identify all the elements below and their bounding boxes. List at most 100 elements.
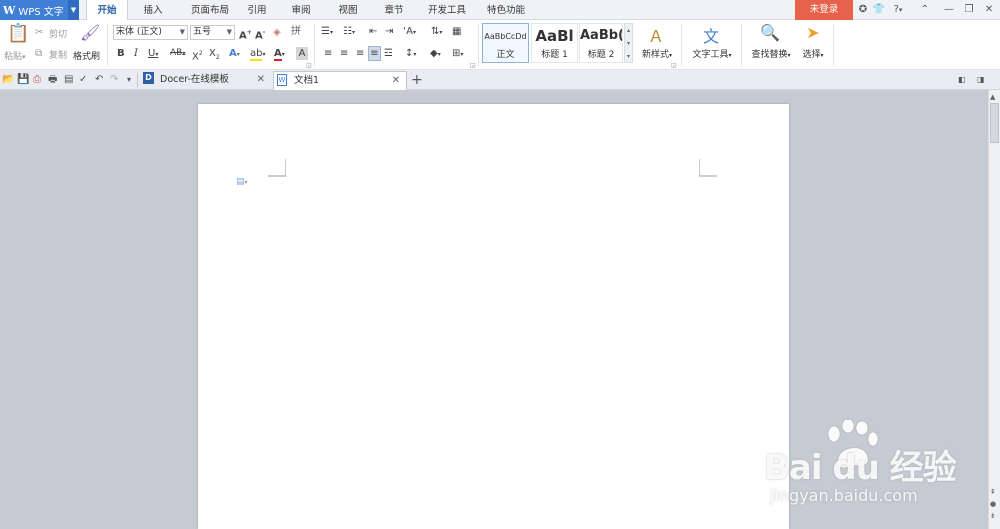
tab-chapter[interactable]: 章节 (379, 0, 409, 20)
shading-icon[interactable]: ◆▾ (430, 47, 441, 61)
doc-tab-docer[interactable]: D Docer-在线模板 ✕ (140, 71, 271, 90)
style-label: 正文 (496, 50, 515, 60)
close-tab-icon[interactable]: ✕ (257, 71, 265, 89)
tab-page-layout[interactable]: 页面布局 (184, 0, 236, 20)
font-name-select[interactable]: 宋体 (正文) ▼ (113, 25, 188, 40)
app-menu-dropdown-icon[interactable]: ▼ (68, 0, 79, 20)
align-left-icon[interactable]: ≡ (324, 47, 332, 60)
font-color-icon[interactable]: A▾ (274, 47, 285, 61)
tab-view[interactable]: 视图 (333, 0, 363, 20)
login-button[interactable]: 未登录 (795, 0, 853, 20)
tab-review[interactable]: 审阅 (286, 0, 316, 20)
style-heading-1[interactable]: AaBl 标题 1 (531, 23, 578, 63)
style-normal[interactable]: AaBbCcDd 正文 (482, 23, 529, 63)
copy-icon[interactable]: ⧉ (35, 47, 42, 60)
save-icon[interactable]: 💾 (17, 73, 29, 86)
wps-logo-icon: W (3, 3, 16, 17)
redo-icon[interactable]: ↷ (110, 73, 118, 86)
cut-icon[interactable]: ✂ (35, 26, 43, 39)
next-page-icon[interactable]: ⇟ (990, 512, 996, 520)
bullet-list-icon[interactable]: ☰▾ (321, 25, 333, 39)
open-icon[interactable]: 📂 (2, 73, 14, 86)
print-icon[interactable]: 🖶 (48, 73, 57, 86)
text-tools-button[interactable]: 文字工具▾ (689, 47, 735, 60)
tab-developer[interactable]: 开发工具 (421, 0, 473, 20)
tab-insert[interactable]: 插入 (136, 0, 170, 20)
cut-button[interactable]: 剪切 (49, 27, 67, 40)
borders-icon[interactable]: ⊞▾ (452, 47, 463, 61)
tab-menu-icon[interactable]: ◨ (977, 73, 985, 86)
tab-special[interactable]: 特色功能 (480, 0, 532, 20)
italic-icon[interactable]: I (134, 47, 138, 60)
paragraph-dialog-launcher-icon[interactable]: ◲ (470, 62, 476, 69)
increase-indent-icon[interactable]: ⇥ (385, 25, 393, 38)
scroll-up-icon[interactable]: ▲ (990, 93, 995, 101)
customize-toolbar-icon[interactable]: ▾ (127, 73, 131, 86)
doc-tab-document1[interactable]: W 文档1 ✕ (273, 71, 407, 90)
collapse-ribbon-icon[interactable]: ⌃ (918, 0, 932, 20)
highlight-icon[interactable]: ab▾ (250, 47, 266, 61)
new-style-button[interactable]: 新样式▾ (639, 47, 675, 60)
select-cursor-icon: ➤ (806, 23, 820, 42)
paste-button[interactable]: 粘贴▾ (4, 49, 26, 62)
style-heading-2[interactable]: AaBb( 标题 2 (579, 23, 623, 63)
new-style-icon: Ａ (647, 27, 664, 46)
skin-icon[interactable]: ✪ (856, 0, 870, 20)
document-page[interactable]: ▤▾ (198, 104, 789, 529)
undo-icon[interactable]: ↶ (95, 73, 103, 86)
shirt-icon[interactable]: 👕 (872, 0, 886, 20)
spell-check-icon[interactable]: ✓ (79, 73, 87, 86)
scroll-thumb[interactable] (990, 103, 999, 143)
document-tab-bar: 📂 💾 ⎙ 🖶 ▤ ✓ ↶ ↷ ▾ D Docer-在线模板 ✕ W 文档1 ✕… (0, 70, 1000, 90)
baidu-jingyan-watermark: Bai du 经验 jingyan.baidu.com (764, 420, 994, 510)
tab-label: 开始 (97, 5, 117, 16)
tab-list-icon[interactable]: ◧ (958, 73, 966, 86)
shrink-font-icon[interactable]: A- (255, 26, 265, 42)
subscript-icon[interactable]: X2 (209, 47, 220, 64)
find-replace-button[interactable]: 查找替换▾ (748, 47, 794, 60)
numbered-list-icon[interactable]: ☷▾ (343, 25, 355, 39)
bold-icon[interactable]: B (117, 47, 125, 60)
tab-label: 插入 (143, 5, 163, 16)
underline-icon[interactable]: U▾ (148, 47, 158, 61)
app-menu-button[interactable]: W WPS 文字 (0, 0, 68, 20)
superscript-icon[interactable]: X2 (192, 47, 203, 63)
help-button[interactable]: ?▾ (890, 0, 906, 20)
grow-font-icon[interactable]: A+ (239, 26, 252, 42)
format-painter-button[interactable]: 格式刷 (73, 49, 100, 62)
strikethrough-icon[interactable]: AB▾ (170, 47, 185, 60)
align-center-icon[interactable]: ≡ (340, 47, 348, 60)
copy-button[interactable]: 复制 (49, 48, 67, 61)
restore-icon[interactable]: ❐ (962, 0, 976, 20)
font-dialog-launcher-icon[interactable]: ◲ (306, 62, 312, 69)
char-shading-icon[interactable]: A (296, 47, 308, 60)
text-effect-icon[interactable]: A▾ (229, 47, 240, 61)
clear-format-icon[interactable]: ◈ (273, 26, 281, 39)
close-tab-icon[interactable]: ✕ (392, 72, 400, 90)
distribute-icon[interactable]: ☲ (384, 47, 393, 60)
justify-icon[interactable]: ≡ (368, 46, 381, 61)
style-sample: AaBbCcDd (484, 32, 527, 41)
sort-icon[interactable]: ⇅▾ (431, 25, 442, 39)
styles-dialog-launcher-icon[interactable]: ◲ (671, 62, 677, 69)
phonetic-guide-icon[interactable]: 拼 (291, 25, 301, 38)
tab-references[interactable]: 引用 (242, 0, 272, 20)
minimize-icon[interactable]: — (942, 0, 956, 20)
print-preview-icon[interactable]: ▤ (64, 73, 73, 86)
close-icon[interactable]: ✕ (982, 0, 996, 20)
format-painter-icon[interactable]: 🖌 (80, 24, 100, 42)
select-button[interactable]: 选择▾ (797, 47, 829, 60)
font-size-select[interactable]: 五号 ▼ (190, 25, 235, 40)
export-pdf-icon[interactable]: ⎙ (33, 73, 41, 86)
align-right-icon[interactable]: ≡ (356, 47, 364, 60)
styles-scroll[interactable]: ▴ ▾ ▾ (624, 23, 633, 63)
table-icon[interactable]: ▦ (452, 25, 461, 38)
paste-options-icon[interactable]: ▤▾ (236, 177, 248, 187)
tab-start[interactable]: 开始 (86, 0, 128, 21)
paste-icon[interactable]: 📋 (7, 24, 29, 44)
text-direction-icon[interactable]: ‘A▾ (403, 25, 416, 39)
line-spacing-icon[interactable]: ↕▾ (405, 47, 416, 61)
margin-corner-top-right (699, 159, 717, 177)
new-tab-button[interactable]: + (411, 71, 423, 89)
decrease-indent-icon[interactable]: ⇤ (369, 25, 377, 38)
